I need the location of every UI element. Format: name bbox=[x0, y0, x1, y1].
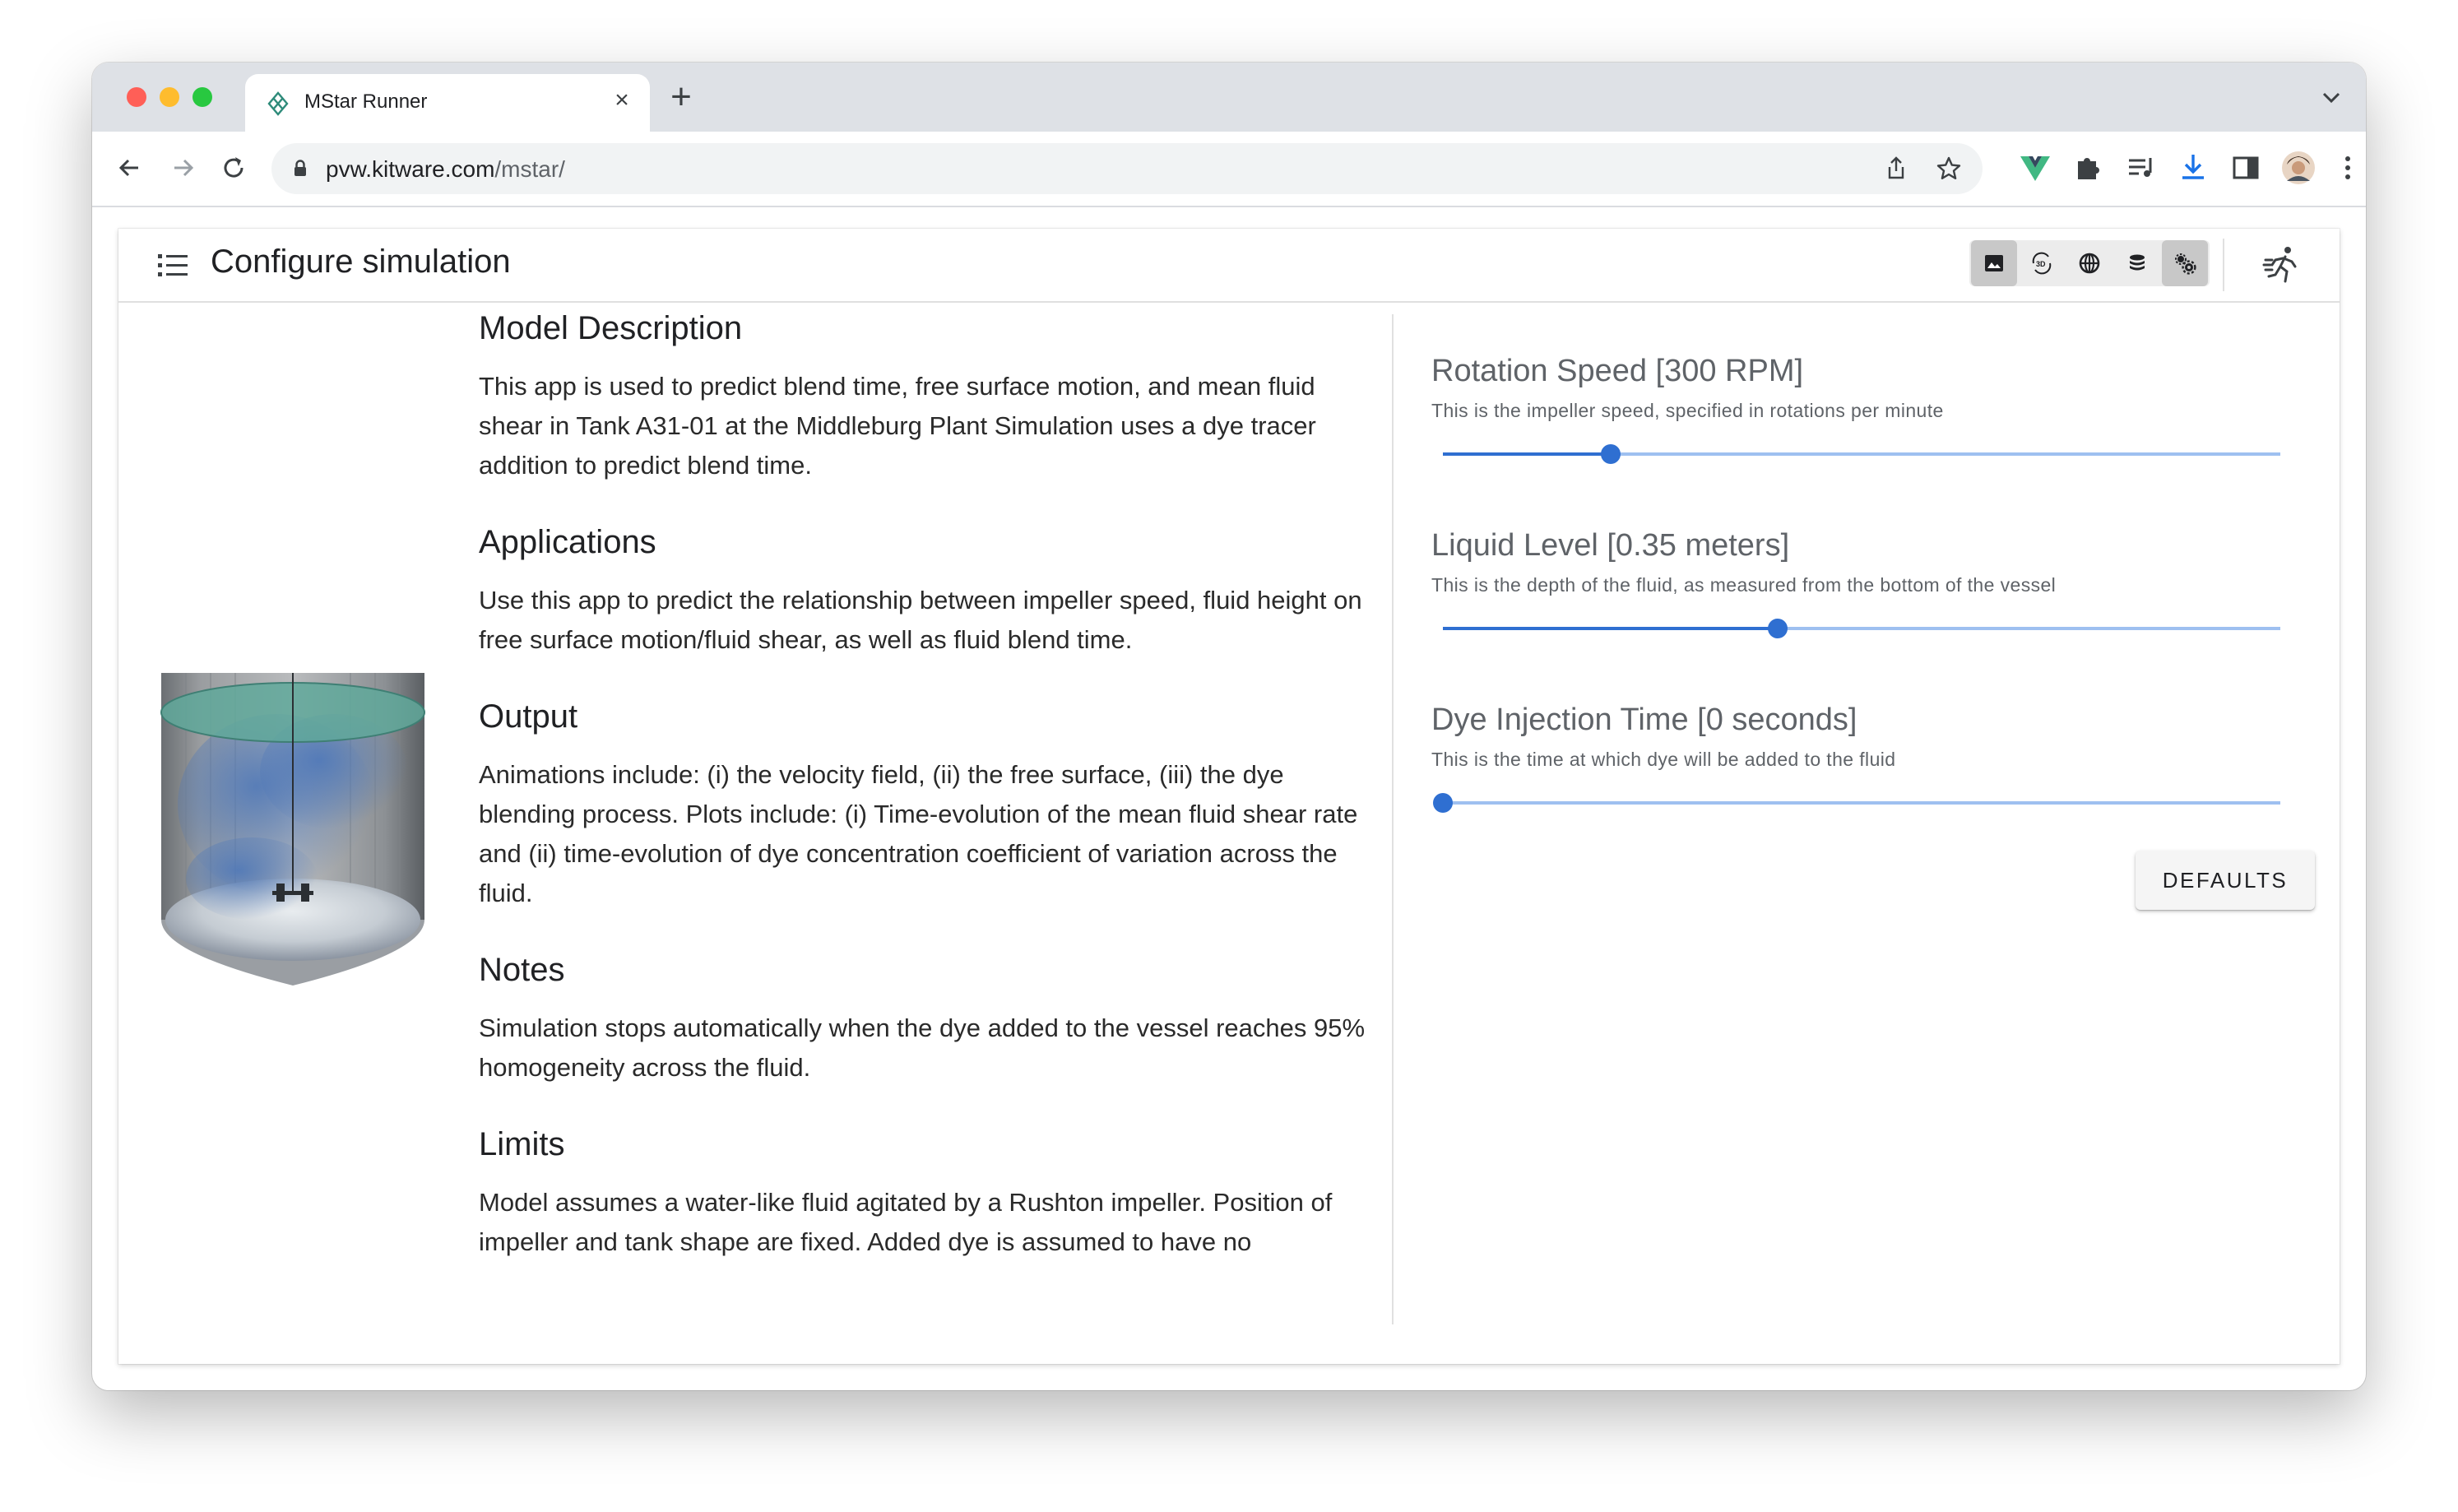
globe-view-button[interactable] bbox=[2066, 240, 2112, 286]
section-heading-applications: Applications bbox=[479, 524, 656, 560]
url-text[interactable]: pvw.kitware.com/mstar/ bbox=[326, 156, 565, 183]
image-view-button[interactable] bbox=[1971, 240, 2017, 286]
dye-injection-time-label: Dye Injection Time [0 seconds] bbox=[1431, 703, 1857, 737]
maximize-window-button[interactable] bbox=[192, 87, 212, 107]
rotation-speed-control: Rotation Speed [300 RPM] This is the imp… bbox=[1431, 352, 2303, 466]
svg-text:3D: 3D bbox=[2036, 260, 2046, 268]
avatar[interactable] bbox=[2279, 148, 2318, 188]
liquid-level-label: Liquid Level [0.35 meters] bbox=[1431, 528, 1790, 563]
reload-icon[interactable] bbox=[216, 150, 252, 186]
section-heading-output: Output bbox=[479, 698, 578, 735]
view-toggle-group: 3D bbox=[1969, 240, 2210, 286]
browser-toolbar: pvw.kitware.com/mstar/ bbox=[92, 132, 2366, 207]
section-text-applications: Use this app to predict the relationship… bbox=[479, 586, 1362, 654]
slider-track[interactable] bbox=[1443, 444, 2280, 464]
run-simulation-icon[interactable] bbox=[2261, 242, 2307, 288]
image-icon bbox=[1985, 255, 2003, 271]
browser-tab[interactable]: MStar Runner × bbox=[245, 74, 650, 132]
address-bar[interactable]: pvw.kitware.com/mstar/ bbox=[271, 143, 1983, 194]
model-description-panel: Model Description This app is used to pr… bbox=[479, 308, 1384, 1359]
new-tab-button[interactable]: + bbox=[663, 79, 699, 115]
section-text-output: Animations include: (i) the velocity fie… bbox=[479, 760, 1358, 907]
close-window-button[interactable] bbox=[127, 87, 146, 107]
defaults-button[interactable]: DEFAULTS bbox=[2136, 851, 2315, 910]
tab-strip: MStar Runner × + bbox=[92, 63, 2366, 132]
rotation-speed-slider[interactable] bbox=[1431, 442, 2303, 466]
slider-track[interactable] bbox=[1433, 793, 2280, 813]
3d-view-button[interactable]: 3D bbox=[2019, 240, 2065, 286]
tab-close-icon[interactable]: × bbox=[609, 87, 635, 114]
lock-icon[interactable] bbox=[288, 156, 313, 181]
dye-injection-time-control: Dye Injection Time [0 seconds] This is t… bbox=[1431, 701, 2303, 815]
tab-title: MStar Runner bbox=[304, 90, 428, 113]
vue-extension-icon[interactable] bbox=[2015, 148, 2055, 188]
panel-divider bbox=[1392, 314, 1394, 1324]
more-vert-icon[interactable] bbox=[2328, 148, 2366, 188]
puzzle-icon[interactable] bbox=[2068, 148, 2108, 188]
liquid-level-hint: This is the depth of the fluid, as measu… bbox=[1431, 574, 2057, 596]
liquid-level-slider[interactable] bbox=[1431, 616, 2303, 641]
gears-icon bbox=[2175, 253, 2196, 275]
url-path: /mstar/ bbox=[494, 156, 565, 182]
list-menu-icon[interactable] bbox=[155, 247, 191, 283]
section-text-notes: Simulation stops automatically when the … bbox=[479, 1013, 1366, 1082]
slider-thumb[interactable] bbox=[1600, 444, 1621, 464]
slider-track[interactable] bbox=[1443, 619, 2280, 638]
settings-view-button[interactable] bbox=[2162, 240, 2208, 286]
share-icon[interactable] bbox=[1881, 153, 1912, 184]
liquid-level-control: Liquid Level [0.35 meters] This is the d… bbox=[1431, 526, 2303, 641]
dye-injection-time-hint: This is the time at which dye will be ad… bbox=[1431, 749, 1896, 770]
rotation-speed-label: Rotation Speed [300 RPM] bbox=[1431, 354, 1804, 388]
section-heading-notes: Notes bbox=[479, 952, 565, 988]
kitware-favicon-icon bbox=[267, 91, 289, 116]
minimize-window-button[interactable] bbox=[160, 87, 179, 107]
star-icon[interactable] bbox=[1933, 153, 1964, 184]
url-domain: pvw.kitware.com bbox=[326, 156, 495, 182]
app-card: Configure simulation 3D Model Descriptio… bbox=[118, 229, 2340, 1364]
section-text-limits: Model assumes a water-like fluid agitate… bbox=[479, 1188, 1333, 1256]
3d-rotation-icon: 3D bbox=[2032, 252, 2052, 275]
media-queue-icon[interactable] bbox=[2121, 148, 2160, 188]
forward-arrow-icon[interactable] bbox=[165, 150, 201, 186]
tank-visualization-image bbox=[160, 673, 425, 986]
database-icon bbox=[2130, 254, 2145, 271]
section-heading-limits: Limits bbox=[479, 1126, 565, 1162]
download-icon[interactable] bbox=[2173, 148, 2213, 188]
rotation-speed-hint: This is the impeller speed, specified in… bbox=[1431, 400, 1944, 421]
browser-window: MStar Runner × + pvw.kitware.com/mstar/ bbox=[92, 63, 2366, 1390]
app-bar: Configure simulation 3D bbox=[118, 229, 2340, 303]
globe-icon bbox=[2079, 253, 2100, 274]
slider-thumb[interactable] bbox=[1433, 793, 1453, 813]
slider-thumb[interactable] bbox=[1768, 619, 1788, 638]
section-heading-model-description: Model Description bbox=[479, 310, 743, 346]
section-text-model-description: This app is used to predict blend time, … bbox=[479, 372, 1316, 480]
dye-injection-time-slider[interactable] bbox=[1431, 791, 2303, 815]
side-panel-icon[interactable] bbox=[2226, 148, 2266, 188]
database-view-button[interactable] bbox=[2114, 240, 2160, 286]
chevron-down-icon[interactable] bbox=[2317, 82, 2346, 112]
page-title: Configure simulation bbox=[211, 243, 511, 280]
back-arrow-icon[interactable] bbox=[112, 150, 148, 186]
slider-fill bbox=[1443, 452, 1611, 456]
slider-fill bbox=[1443, 627, 1779, 630]
toolbar-divider bbox=[2223, 239, 2224, 291]
